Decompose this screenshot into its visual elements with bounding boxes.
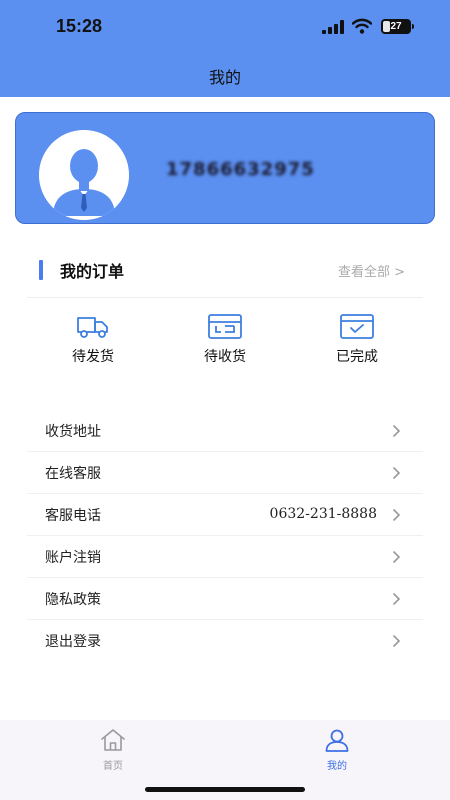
menu-item-label: 收货地址 — [45, 424, 101, 440]
order-status-pending-receipt[interactable]: 待收货 — [180, 312, 270, 372]
chevron-right-icon — [392, 508, 401, 522]
wifi-icon — [352, 18, 372, 34]
tab-home[interactable]: 首页 — [83, 728, 143, 772]
order-status-label: 待发货 — [72, 349, 114, 365]
menu-item-support-phone[interactable]: 客服电话 0632-231-8888 — [27, 494, 423, 536]
status-time: 15:28 — [56, 16, 103, 36]
page-title: 我的 — [208, 68, 241, 87]
header-bar: 15:28 27 我的 — [0, 0, 450, 97]
order-status-label: 待收货 — [204, 349, 246, 365]
order-status-label: 已完成 — [336, 349, 378, 365]
chevron-right-icon — [392, 550, 401, 564]
settings-menu: 收货地址 在线客服 客服电话 0632-231-8888 账户注销 隐私政策 退… — [27, 410, 423, 661]
chevron-right-icon — [392, 466, 401, 480]
chevron-right-icon — [392, 634, 401, 648]
divider — [27, 297, 423, 298]
support-phone-number: 0632-231-8888 — [269, 506, 377, 522]
status-bar: 15:28 27 — [0, 0, 450, 54]
profile-icon — [325, 729, 349, 752]
menu-item-label: 客服电话 — [45, 508, 101, 524]
tab-profile[interactable]: 我的 — [307, 728, 367, 772]
package-icon — [208, 314, 242, 339]
tab-label: 我的 — [327, 761, 347, 772]
menu-item-delete-account[interactable]: 账户注销 — [27, 536, 423, 578]
user-avatar-icon[interactable] — [39, 130, 129, 220]
menu-item-privacy-policy[interactable]: 隐私政策 — [27, 578, 423, 620]
section-accent-bar — [39, 260, 43, 280]
cellular-signal-icon — [322, 20, 344, 34]
home-indicator — [145, 787, 305, 792]
menu-item-label: 账户注销 — [45, 550, 101, 566]
orders-header: 我的订单 查看全部 > — [27, 256, 423, 286]
orders-title: 我的订单 — [60, 262, 125, 281]
menu-item-shipping-address[interactable]: 收货地址 — [27, 410, 423, 452]
tab-label: 首页 — [103, 761, 123, 772]
order-status-pending-shipment[interactable]: 待发货 — [48, 312, 138, 372]
view-all-orders-link[interactable]: 查看全部 > — [338, 261, 405, 280]
menu-item-label: 退出登录 — [45, 634, 101, 650]
home-icon — [101, 729, 125, 751]
user-phone: 17866632975 — [166, 159, 315, 180]
battery-icon: 27 — [381, 19, 411, 34]
menu-item-online-support[interactable]: 在线客服 — [27, 452, 423, 494]
completed-box-icon — [340, 314, 374, 339]
profile-card[interactable]: 17866632975 — [15, 112, 435, 224]
menu-item-label: 在线客服 — [45, 466, 101, 482]
battery-tip — [412, 24, 414, 29]
order-status-completed[interactable]: 已完成 — [312, 312, 402, 372]
chevron-right-icon — [392, 592, 401, 606]
menu-item-label: 隐私政策 — [45, 592, 101, 608]
battery-percent: 27 — [390, 21, 402, 32]
truck-icon — [77, 317, 108, 338]
menu-item-logout[interactable]: 退出登录 — [27, 620, 423, 661]
chevron-right-icon — [392, 424, 401, 438]
